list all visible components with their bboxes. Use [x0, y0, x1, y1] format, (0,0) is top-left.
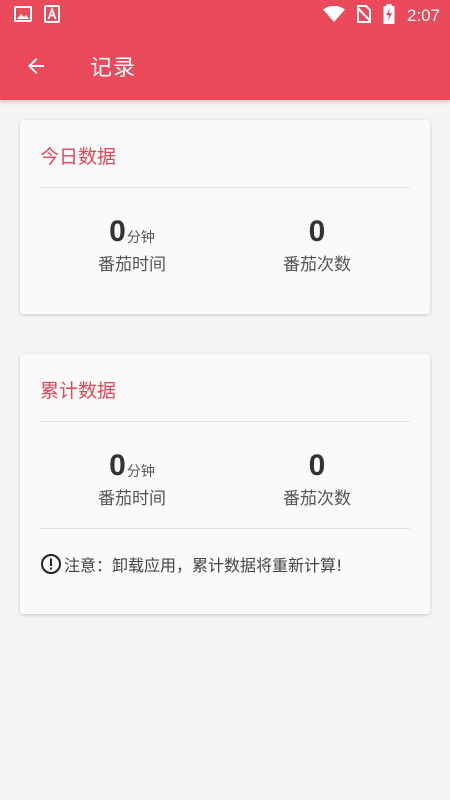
status-bar: 2:07: [0, 0, 450, 32]
today-count-label: 番茄次数: [283, 255, 351, 275]
reset-notice: 注意：卸载应用，累计数据将重新计算!: [40, 552, 342, 576]
wifi-icon: [322, 5, 345, 26]
divider: [40, 528, 410, 529]
today-stats-card: 今日数据 0 分钟 番茄时间 0 番茄次数: [20, 120, 430, 314]
today-duration-unit: 分钟: [126, 230, 155, 246]
total-count-label: 番茄次数: [283, 489, 351, 509]
today-card-title: 今日数据: [40, 146, 117, 168]
total-duration-stat: 0 分钟 番茄时间: [52, 446, 212, 510]
total-duration-unit: 分钟: [126, 464, 155, 480]
notice-text: 注意：卸载应用，累计数据将重新计算!: [64, 556, 343, 575]
page-title: 记录: [90, 56, 137, 81]
image-icon: [14, 6, 32, 26]
app-bar: 记录: [0, 32, 450, 100]
today-duration-label: 番茄时间: [98, 255, 166, 275]
alert-circle-icon: [41, 554, 61, 574]
arrow-left-icon: [28, 58, 44, 74]
divider: [40, 187, 410, 188]
total-count-value: 0: [308, 449, 326, 482]
total-card-title: 累计数据: [40, 380, 117, 402]
no-sim-icon: [356, 5, 372, 27]
battery-charging-icon: [383, 4, 395, 28]
total-duration-value: 0: [109, 449, 126, 482]
total-duration-label: 番茄时间: [98, 489, 166, 509]
today-duration-value: 0: [109, 215, 126, 248]
today-duration-stat: 0 分钟 番茄时间: [52, 212, 212, 276]
total-stats-card: 累计数据 0 分钟 番茄时间 0 番茄次数 注意：卸载应用，累计数据将重新计算!: [20, 354, 430, 614]
clock-time: 2:07: [406, 6, 440, 25]
today-count-value: 0: [308, 215, 326, 248]
total-count-stat: 0 番茄次数: [237, 446, 397, 510]
app-notification-icon: [44, 5, 60, 27]
today-count-stat: 0 番茄次数: [237, 212, 397, 276]
back-button[interactable]: [12, 42, 60, 90]
divider: [40, 421, 410, 422]
